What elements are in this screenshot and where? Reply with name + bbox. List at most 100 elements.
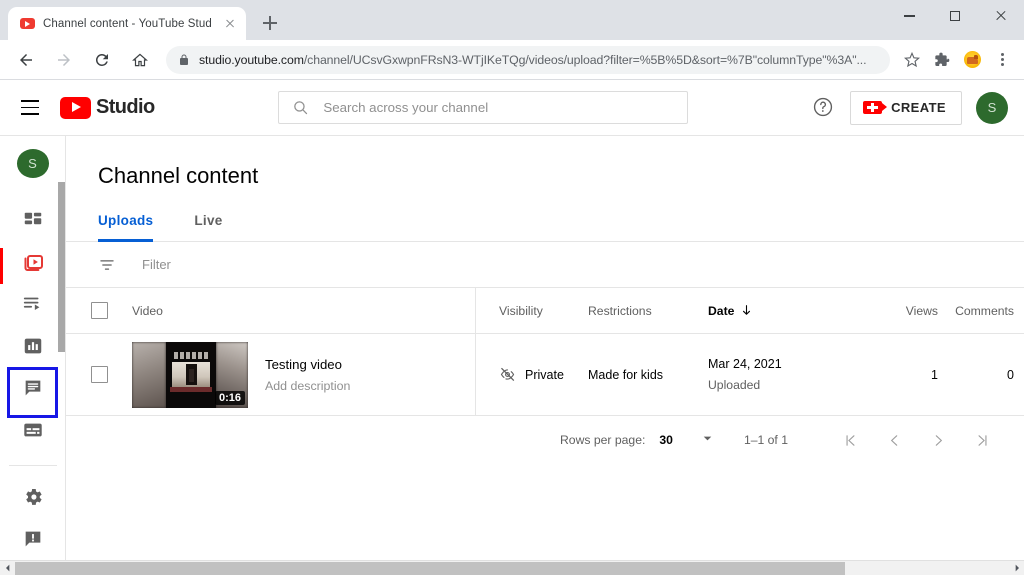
chrome-menu-icon[interactable] [988, 46, 1016, 74]
select-all-checkbox[interactable] [66, 302, 132, 319]
browser-toolbar: studio.youtube.com/channel/UCsvGxwpnFRsN… [0, 40, 1024, 80]
search-input[interactable]: Search across your channel [278, 91, 689, 124]
dashboard-grid-icon [24, 212, 41, 224]
column-visibility[interactable]: Visibility [476, 304, 588, 318]
content-tabs: Uploads Live [66, 213, 1024, 242]
chevron-down-icon[interactable] [701, 432, 714, 448]
lock-icon [180, 54, 188, 65]
subtitles-icon [23, 423, 42, 437]
column-restrictions[interactable]: Restrictions [588, 304, 708, 318]
visibility-label: Private [525, 367, 564, 382]
minimize-button[interactable] [886, 0, 932, 32]
maximize-button[interactable] [932, 0, 978, 32]
reload-icon[interactable] [88, 46, 116, 74]
tab-uploads[interactable]: Uploads [98, 213, 177, 242]
comment-icon [25, 380, 40, 396]
tab-strip: Channel content - YouTube Stud [0, 0, 1024, 40]
next-page-button[interactable] [916, 433, 960, 448]
address-bar[interactable]: studio.youtube.com/channel/UCsvGxwpnFRsN… [166, 45, 890, 74]
video-title[interactable]: Testing video [265, 357, 350, 372]
sidebar-item-settings[interactable] [0, 476, 66, 518]
sidebar-scrollbar[interactable] [58, 182, 65, 352]
video-plus-icon [863, 101, 888, 114]
previous-page-button[interactable] [872, 433, 916, 448]
back-icon[interactable] [12, 46, 40, 74]
home-icon[interactable] [126, 46, 154, 74]
playlist-icon [23, 297, 39, 311]
column-views[interactable]: Views [860, 304, 938, 318]
rows-per-page-value[interactable]: 30 [659, 433, 673, 447]
extension-dog-icon[interactable] [958, 46, 986, 74]
tab-live-label: Live [194, 213, 223, 228]
column-date[interactable]: Date [708, 304, 860, 318]
video-duration: 0:16 [214, 390, 245, 405]
tab-uploads-label: Uploads [98, 213, 154, 228]
sidebar-item-feedback[interactable] [0, 518, 66, 560]
scroll-right-icon[interactable] [1009, 561, 1024, 575]
sidebar-item-analytics[interactable] [0, 325, 66, 367]
scrollbar-track[interactable] [15, 561, 1009, 575]
row-visibility: Private [476, 366, 588, 383]
row-comments: 0 [1007, 367, 1014, 382]
avatar[interactable]: S [976, 91, 1008, 124]
video-thumbnail[interactable]: 0:16 [132, 341, 248, 408]
eye-off-icon [500, 367, 515, 381]
close-icon[interactable] [222, 16, 238, 32]
column-date-label: Date [708, 303, 735, 318]
first-page-button[interactable] [828, 433, 872, 448]
help-circle-icon[interactable] [812, 96, 836, 120]
row-date-status: Uploaded [708, 378, 761, 392]
feedback-icon [25, 531, 40, 547]
sidebar-item-playlists[interactable] [0, 283, 66, 325]
filter-placeholder[interactable]: Filter [142, 257, 171, 272]
tab-title: Channel content - YouTube Stud [43, 17, 212, 30]
row-video-cell: 0:16 Testing video Add description [132, 341, 475, 408]
main-content: Channel content Uploads Live Filter Vide… [66, 136, 1024, 560]
tab-live[interactable]: Live [177, 213, 239, 241]
last-page-button[interactable] [960, 433, 1004, 448]
search-container: Search across your channel [155, 91, 813, 124]
new-tab-button[interactable] [256, 9, 284, 37]
youtube-icon [19, 16, 35, 32]
extensions-puzzle-icon[interactable] [928, 46, 956, 74]
scroll-left-icon[interactable] [0, 561, 15, 575]
row-date-value: Mar 24, 2021 [708, 357, 782, 371]
pagination: Rows per page: 30 1–1 of 1 [66, 416, 1024, 464]
analytics-bar-icon [24, 339, 41, 354]
create-label: CREATE [891, 100, 946, 115]
sidebar-item-subtitles[interactable] [0, 409, 66, 451]
close-window-button[interactable] [978, 0, 1024, 32]
filter-bar: Filter [66, 242, 1024, 288]
page-title: Channel content [98, 163, 259, 188]
sidebar-item-content[interactable] [0, 242, 66, 284]
table-row[interactable]: 0:16 Testing video Add description Priva… [66, 334, 1024, 416]
studio-header: Studio Search across your channel CREATE… [0, 80, 1024, 136]
scrollbar-thumb[interactable] [15, 561, 845, 575]
forward-icon[interactable] [50, 46, 78, 74]
column-comments[interactable]: Comments [938, 304, 1024, 318]
search-icon [294, 101, 308, 115]
sidebar-avatar[interactable]: S [16, 149, 49, 178]
youtube-logo-icon [60, 96, 91, 119]
gear-icon [25, 489, 42, 505]
horizontal-scrollbar[interactable] [0, 560, 1024, 575]
brand-text: Studio [96, 96, 155, 118]
filter-icon[interactable] [98, 256, 116, 274]
browser-window: Channel content - YouTube Stud studio.yo… [0, 0, 1024, 575]
page-viewport: Studio Search across your channel CREATE… [0, 80, 1024, 575]
studio-logo[interactable]: Studio [60, 96, 155, 119]
column-video[interactable]: Video [132, 304, 475, 318]
rows-per-page-label: Rows per page: [560, 433, 646, 447]
create-button[interactable]: CREATE [850, 90, 962, 125]
url-text: studio.youtube.com/channel/UCsvGxwpnFRsN… [199, 52, 867, 67]
sidebar-item-comments[interactable] [0, 367, 66, 409]
sidebar-item-dashboard[interactable] [0, 200, 66, 242]
hamburger-icon[interactable] [18, 96, 42, 120]
row-views: 1 [931, 367, 938, 382]
video-description[interactable]: Add description [265, 379, 350, 393]
bookmark-star-icon[interactable] [898, 46, 926, 74]
video-meta: Testing video Add description [265, 357, 350, 393]
row-checkbox[interactable] [66, 366, 132, 383]
window-controls [886, 0, 1024, 40]
browser-tab[interactable]: Channel content - YouTube Stud [8, 7, 246, 40]
